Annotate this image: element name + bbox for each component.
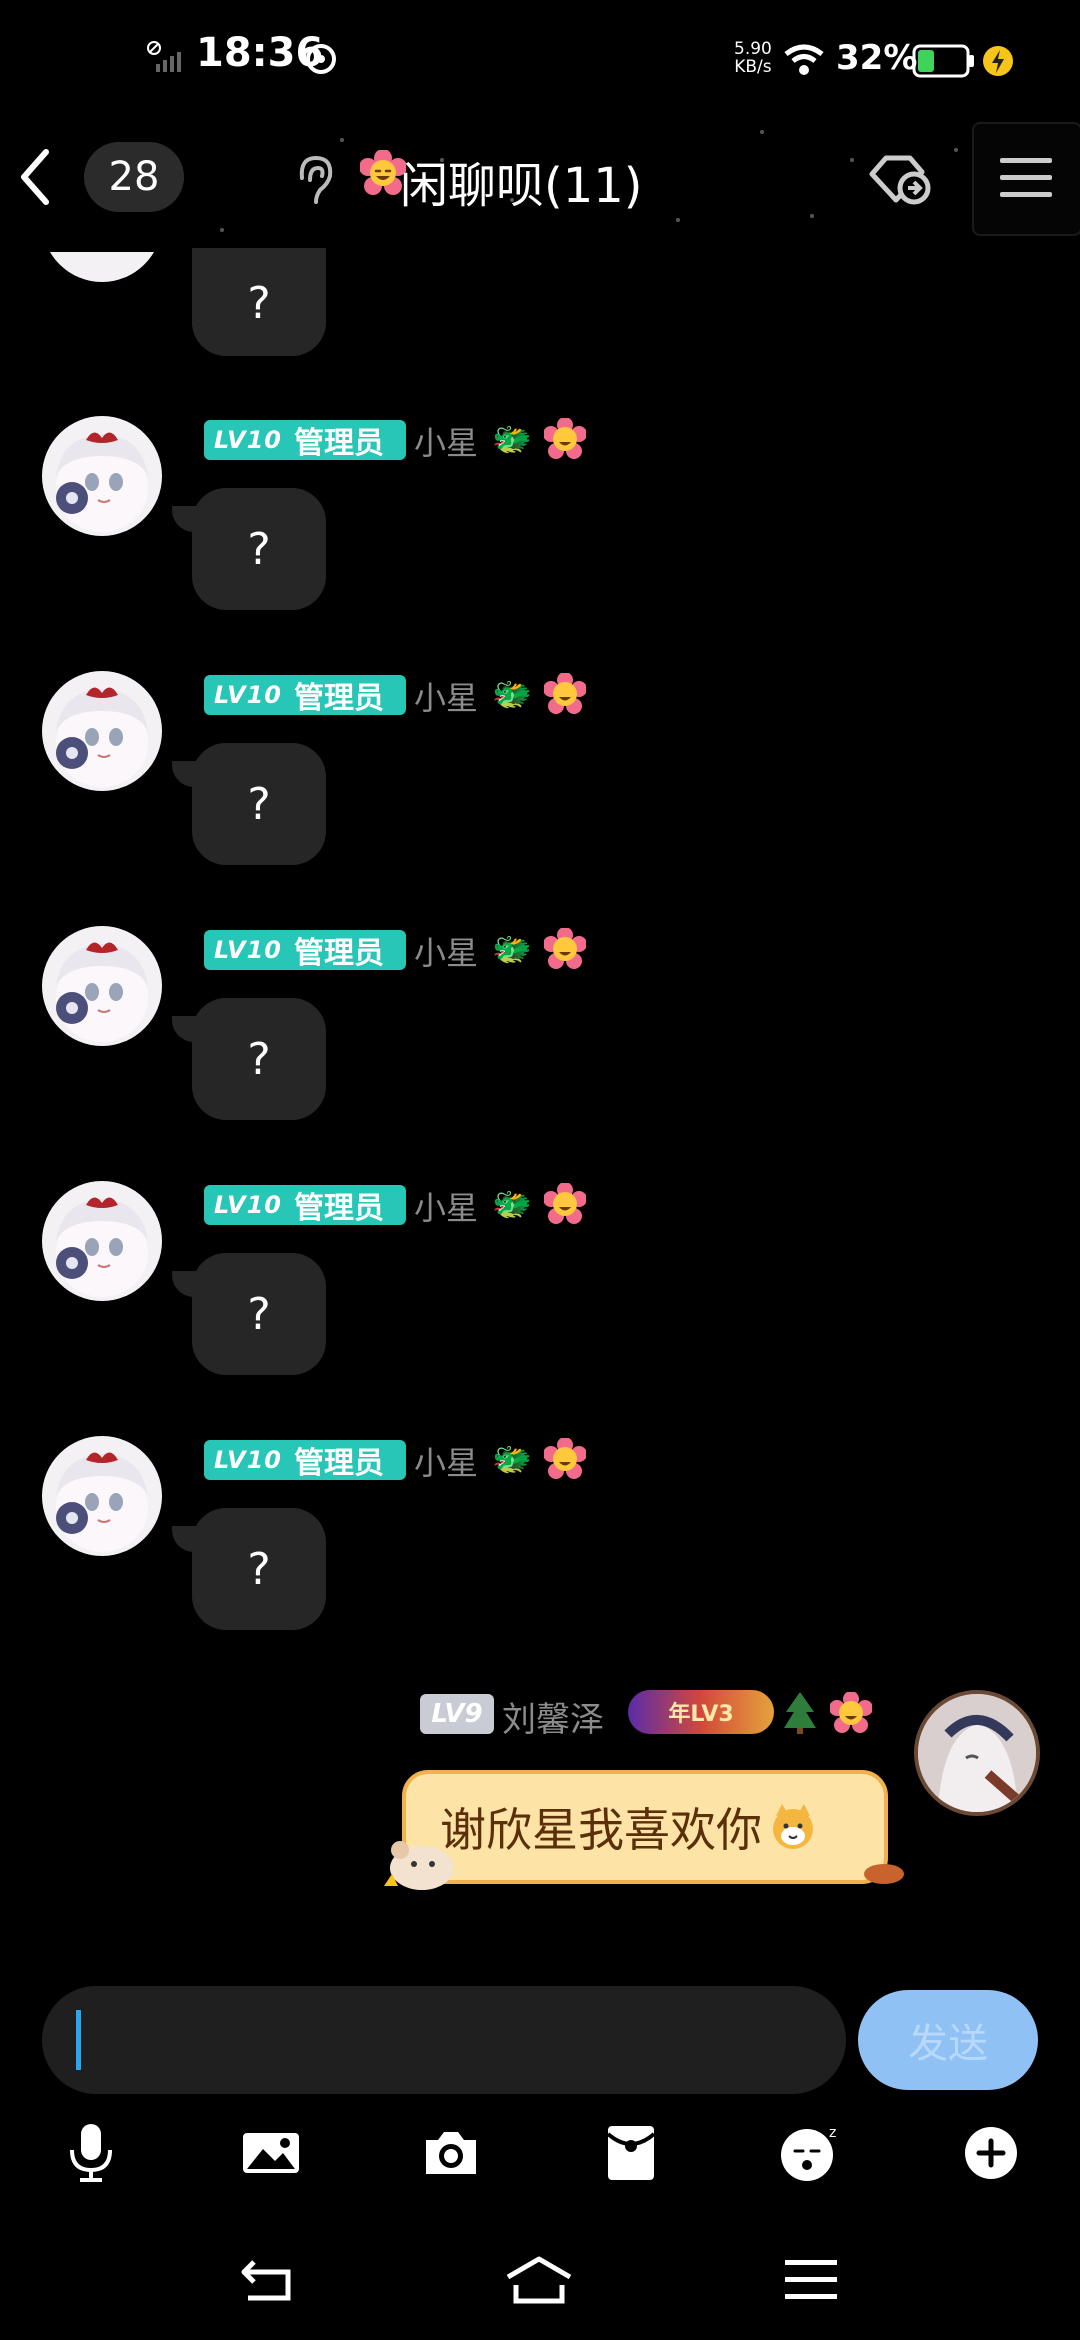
anime-avatar-image (56, 432, 148, 532)
bun-sticker-icon (864, 1864, 904, 1884)
sender-name[interactable]: 小星 (414, 928, 478, 974)
sender-avatar[interactable] (42, 671, 162, 791)
xmas-tree-icon (784, 1692, 816, 1734)
status-bar: 18:36 5.90 KB/s 32% (0, 0, 1080, 118)
sender-avatar[interactable] (42, 1181, 162, 1301)
sender-name[interactable]: 小星 (414, 673, 478, 719)
network-speed: 5.90 KB/s (734, 39, 772, 77)
more-button[interactable] (956, 2118, 1026, 2188)
unread-count-badge[interactable]: 28 (84, 142, 184, 212)
admin-level-badge: LV10 管理员 (204, 675, 406, 716)
anime-avatar-image (56, 1197, 148, 1297)
hamster-sticker-icon (384, 1841, 454, 1890)
message-bubble[interactable]: ? (192, 998, 326, 1120)
flower-emoji-icon (544, 673, 586, 714)
message-bubble[interactable]: ? (192, 1253, 326, 1375)
ear-mode-icon[interactable] (292, 152, 336, 208)
red-packet-icon (606, 2126, 656, 2180)
sticker-icon: z (781, 2125, 836, 2181)
dragon-emoji-icon: 🐲 (492, 1440, 532, 1478)
nav-back-button[interactable] (234, 2250, 304, 2310)
own-avatar[interactable] (914, 1690, 1040, 1816)
own-message-bubble[interactable]: 谢欣星我喜欢你 (402, 1770, 888, 1884)
dragon-emoji-icon: 🐲 (492, 675, 532, 713)
sticker-button[interactable]: z (776, 2118, 846, 2188)
message-bubble[interactable]: ? (192, 1508, 326, 1630)
image-icon (243, 2133, 299, 2173)
anime-avatar-image (56, 942, 148, 1042)
sender-name[interactable]: 小星 (414, 418, 478, 464)
flower-emoji-icon (544, 928, 586, 969)
group-switch-icon[interactable] (860, 148, 934, 210)
message-bubble[interactable]: ? (192, 488, 326, 610)
group-title[interactable]: 闲聊呗(11) (400, 146, 643, 216)
flower-emoji-icon (544, 418, 586, 459)
home-icon (506, 2256, 572, 2304)
menu-button[interactable] (972, 122, 1080, 236)
text-caret (76, 2010, 81, 2070)
anime-avatar-image (918, 1694, 1036, 1812)
flower-emoji-icon (830, 1692, 872, 1733)
send-button[interactable]: 发送 (858, 1990, 1038, 2090)
camera-icon (426, 2132, 476, 2174)
admin-level-badge: LV10 管理员 (204, 1185, 406, 1226)
dragon-emoji-icon: 🐲 (492, 1185, 532, 1223)
own-level-badge: LV9 (420, 1694, 494, 1734)
voice-button[interactable] (56, 2118, 126, 2188)
plus-icon (965, 2127, 1017, 2179)
sender-name[interactable]: 小星 (414, 1438, 478, 1484)
dragon-emoji-icon: 🐲 (492, 930, 532, 968)
admin-level-badge: LV10 管理员 (204, 930, 406, 971)
menu-icon (1000, 158, 1052, 197)
back-icon[interactable] (14, 146, 54, 208)
sender-avatar[interactable] (42, 926, 162, 1046)
battery-percent: 32% (836, 38, 918, 78)
sender-avatar[interactable] (42, 416, 162, 536)
return-icon (241, 2260, 291, 2301)
flower-emoji-icon (544, 1183, 586, 1224)
message-input[interactable] (42, 1986, 846, 2094)
svg-text:z: z (829, 2125, 836, 2141)
image-button[interactable] (236, 2118, 306, 2188)
dragon-emoji-icon: 🐲 (492, 420, 532, 458)
admin-level-badge: LV10 管理员 (204, 420, 406, 461)
admin-level-badge: LV10 管理员 (204, 1440, 406, 1481)
red-packet-button[interactable] (596, 2118, 666, 2188)
microphone-icon (70, 2124, 112, 2182)
sender-avatar[interactable] (42, 1436, 162, 1556)
nav-recents-button[interactable] (776, 2250, 846, 2310)
year-level-badge: 年LV3 (628, 1690, 774, 1734)
own-sender-name[interactable]: 刘馨泽 (502, 1692, 604, 1741)
nav-home-button[interactable] (504, 2250, 574, 2310)
wifi-icon (784, 44, 824, 75)
own-message-text: 谢欣星我喜欢你 (440, 1803, 762, 1857)
message-bubble[interactable]: ? (192, 743, 326, 865)
flower-emoji-icon (544, 1438, 586, 1479)
anime-avatar-image (56, 1452, 148, 1552)
partial-message-text: ? (192, 250, 326, 356)
hotspot-icon (306, 44, 336, 74)
anime-avatar-image (56, 687, 148, 787)
sender-name[interactable]: 小星 (414, 1183, 478, 1229)
recents-menu-icon (785, 2260, 837, 2299)
shiba-emoji-icon (773, 1804, 813, 1849)
camera-button[interactable] (416, 2118, 486, 2188)
battery-icon (912, 44, 1013, 78)
signal-icon (147, 41, 181, 72)
